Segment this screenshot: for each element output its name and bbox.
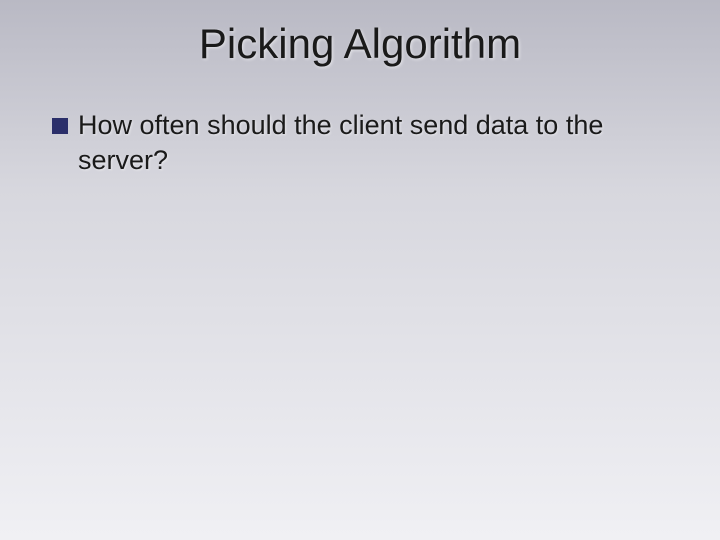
slide-body: How often should the client send data to… (52, 108, 680, 177)
slide: Picking Algorithm How often should the c… (0, 0, 720, 540)
bullet-text: How often should the client send data to… (78, 108, 680, 177)
bullet-item: How often should the client send data to… (52, 108, 680, 177)
slide-title: Picking Algorithm (0, 20, 720, 68)
square-bullet-icon (52, 118, 68, 134)
